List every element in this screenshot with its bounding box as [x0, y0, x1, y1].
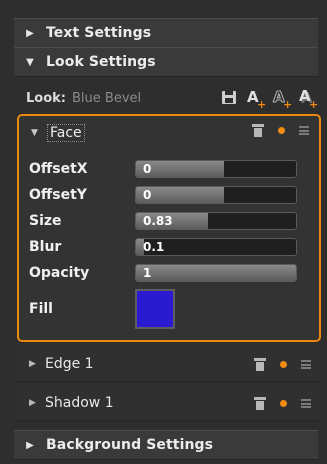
size-row: Size 0.83 — [29, 210, 309, 232]
text-settings-label: Text Settings — [46, 25, 152, 41]
visibility-dot-icon[interactable] — [280, 400, 287, 407]
collapsed-triangle-icon: ▶ — [26, 27, 34, 39]
svg-text:+: + — [283, 98, 292, 108]
fill-row: Fill — [29, 288, 309, 330]
background-settings-header[interactable]: ▶ Background Settings — [14, 430, 318, 460]
collapsed-triangle-icon: ▶ — [29, 397, 36, 408]
trash-icon[interactable] — [254, 397, 266, 410]
slider-value: 0.83 — [143, 214, 173, 228]
fill-color-swatch[interactable] — [135, 289, 175, 329]
look-settings-header[interactable]: ▼ Look Settings — [14, 47, 318, 77]
edge-1-title: Edge 1 — [45, 355, 94, 372]
edge-1-actions — [254, 358, 311, 371]
fill-label: Fill — [29, 301, 53, 317]
prop-label: OffsetX — [29, 161, 88, 177]
size-slider[interactable]: 0.83 — [135, 212, 297, 230]
face-panel: ▼ Face OffsetX 0 OffsetY 0 Size 0.83 Blu… — [17, 114, 321, 342]
add-outline-text-icon[interactable]: A + — [272, 88, 293, 111]
opacity-row: Opacity 1 — [29, 262, 309, 284]
svg-text:+: + — [257, 98, 266, 108]
text-settings-header[interactable]: ▶ Text Settings — [14, 18, 318, 48]
look-row: Look: Blue Bevel A + A + A A + — [14, 80, 318, 116]
prop-label: OffsetY — [29, 187, 87, 203]
blur-row: Blur 0.1 — [29, 236, 309, 258]
offsety-row: OffsetY 0 — [29, 184, 309, 206]
settings-panel: ▶ Text Settings ▼ Look Settings Look: Bl… — [0, 0, 327, 464]
slider-fill — [136, 265, 296, 281]
opacity-slider[interactable]: 1 — [135, 264, 297, 282]
face-header[interactable]: ▼ Face — [19, 116, 319, 150]
trash-icon[interactable] — [252, 124, 264, 137]
face-actions — [252, 124, 309, 137]
edge-1-row[interactable]: ▶ Edge 1 — [17, 346, 321, 382]
collapsed-triangle-icon: ▶ — [29, 358, 36, 369]
trash-icon[interactable] — [254, 358, 266, 371]
shadow-1-title: Shadow 1 — [45, 394, 114, 411]
look-settings-label: Look Settings — [46, 54, 156, 70]
background-settings-label: Background Settings — [46, 437, 214, 453]
shadow-1-actions — [254, 397, 311, 410]
offsetx-slider[interactable]: 0 — [135, 160, 297, 178]
prop-label: Size — [29, 213, 62, 229]
prop-label: Opacity — [29, 265, 90, 281]
expanded-triangle-icon: ▼ — [26, 56, 34, 68]
add-text-icon[interactable]: A + — [246, 88, 266, 111]
slider-value: 0 — [143, 162, 152, 176]
add-shadow-text-icon[interactable]: A A + — [298, 87, 318, 111]
face-title: Face — [47, 124, 85, 142]
blur-slider[interactable]: 0.1 — [135, 238, 297, 256]
offsety-slider[interactable]: 0 — [135, 186, 297, 204]
look-value[interactable]: Blue Bevel — [72, 91, 141, 106]
prop-label: Blur — [29, 239, 62, 255]
look-toolbar: A + A + A A + — [220, 87, 318, 111]
slider-value: 0.1 — [143, 240, 165, 254]
visibility-dot-icon[interactable] — [278, 127, 285, 134]
expanded-triangle-icon: ▼ — [31, 128, 38, 138]
slider-value: 1 — [143, 266, 152, 280]
shadow-1-row[interactable]: ▶ Shadow 1 — [17, 385, 321, 421]
look-label: Look: — [26, 90, 66, 106]
save-icon[interactable] — [220, 88, 240, 108]
slider-value: 0 — [143, 188, 152, 202]
drag-handle-icon[interactable] — [301, 399, 311, 408]
drag-handle-icon[interactable] — [299, 126, 309, 135]
svg-text:+: + — [309, 98, 318, 108]
collapsed-triangle-icon: ▶ — [26, 439, 34, 451]
offsetx-row: OffsetX 0 — [29, 158, 309, 180]
visibility-dot-icon[interactable] — [280, 361, 287, 368]
drag-handle-icon[interactable] — [301, 360, 311, 369]
